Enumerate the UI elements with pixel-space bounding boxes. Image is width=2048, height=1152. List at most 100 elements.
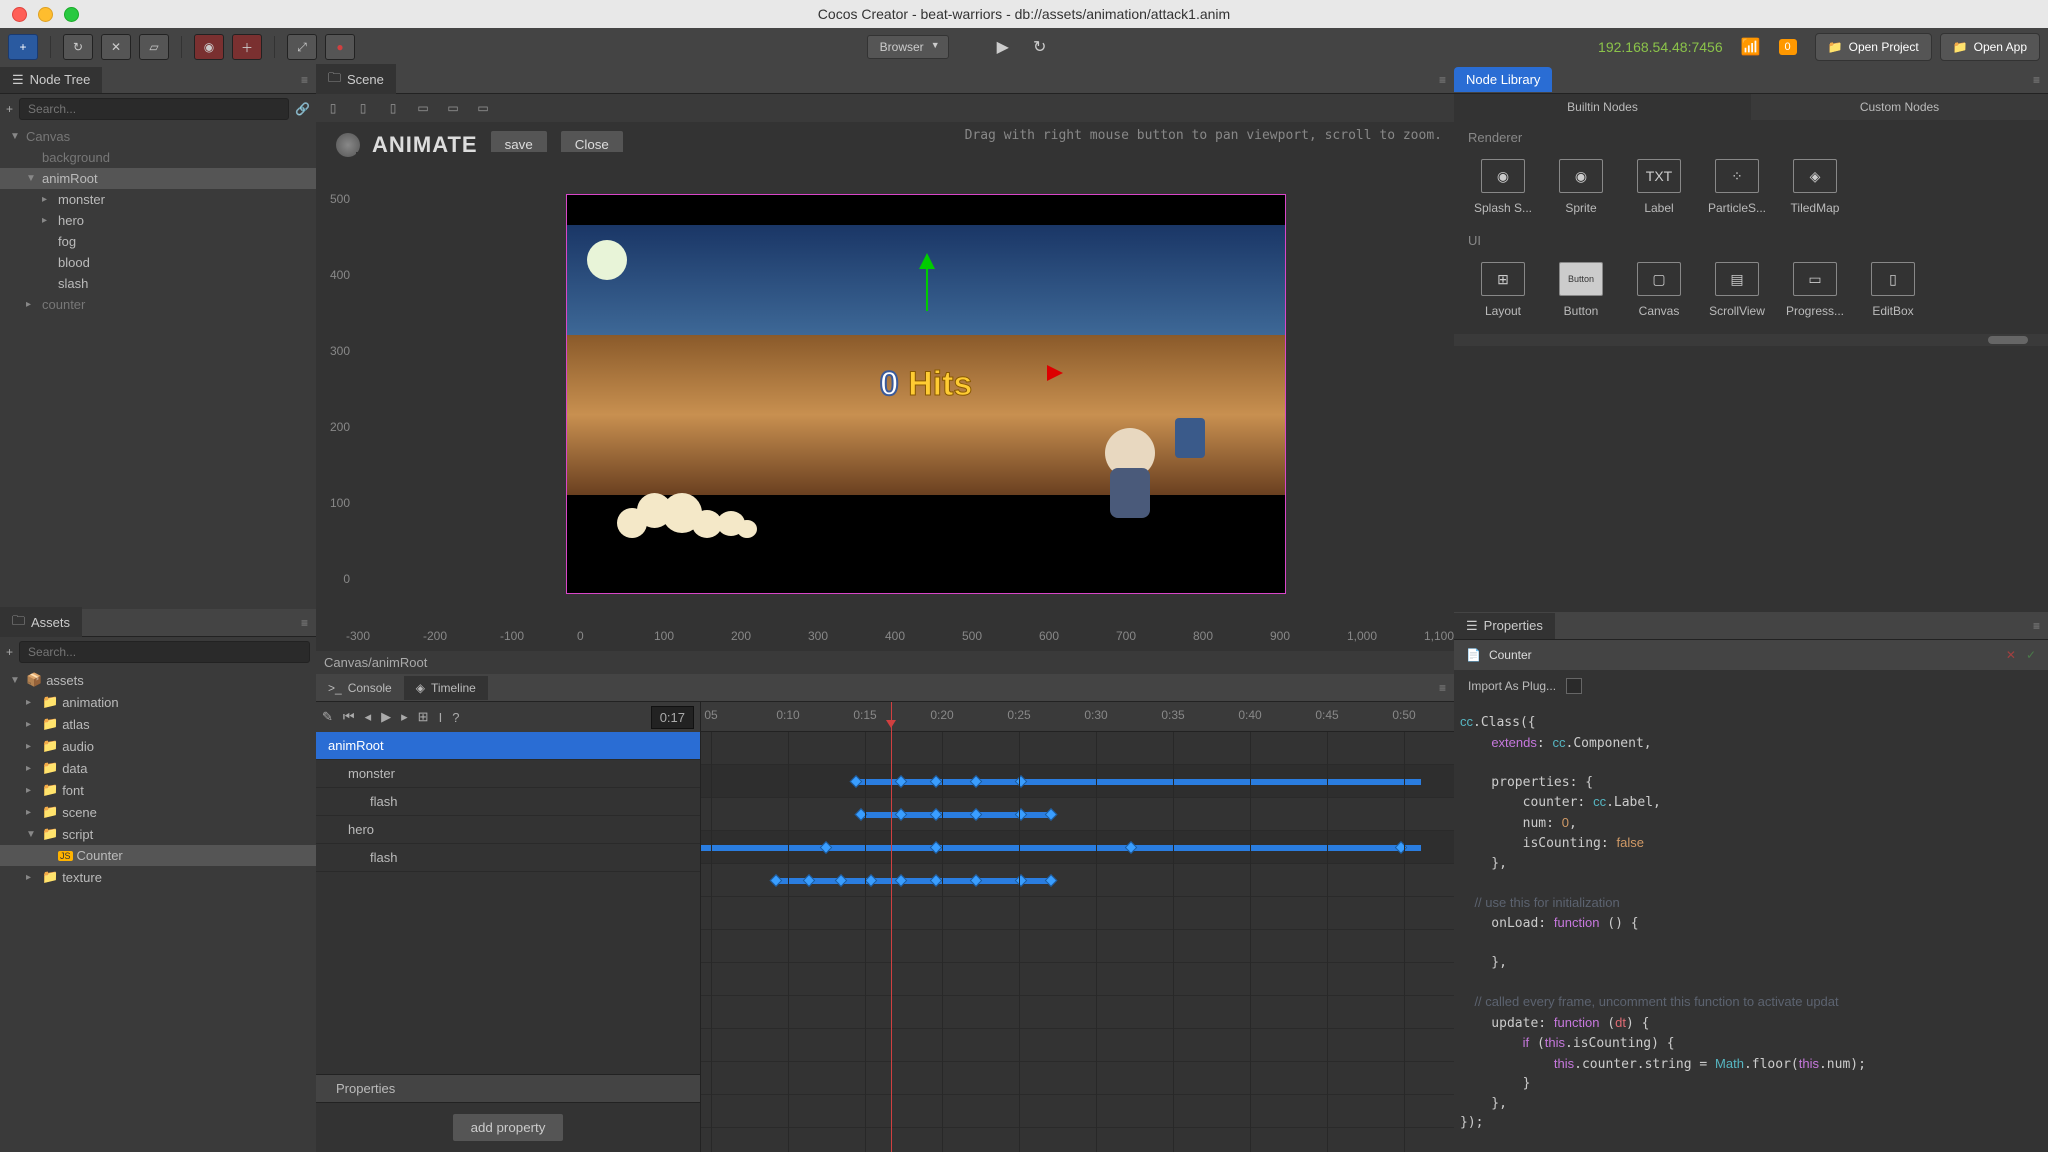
panel-menu-icon[interactable]: ≡ — [2033, 73, 2040, 87]
keyframe[interactable] — [1015, 808, 1028, 821]
align-right-icon[interactable]: ▯ — [382, 97, 404, 119]
keyframe[interactable] — [930, 841, 943, 854]
refresh-icon[interactable]: ↻ — [63, 34, 93, 60]
keyframe[interactable] — [1125, 841, 1138, 854]
tool-scale-icon[interactable]: ⤢ — [287, 34, 317, 60]
crop-icon[interactable]: ✕ — [101, 34, 131, 60]
keyframe[interactable] — [865, 874, 878, 887]
asset-item[interactable]: ▸📁 scene — [0, 801, 316, 823]
timeline-row[interactable]: monster — [316, 760, 700, 788]
event-icon[interactable]: I — [439, 710, 443, 725]
play-icon[interactable]: ▶ — [381, 709, 391, 725]
add-asset-icon[interactable]: + — [6, 645, 13, 659]
tree-item[interactable]: ▼animRoot — [0, 168, 316, 189]
keyframe[interactable] — [770, 874, 783, 887]
delete-icon[interactable]: ✕ — [2006, 648, 2016, 662]
keyframe[interactable] — [850, 775, 863, 788]
keyframe[interactable] — [970, 808, 983, 821]
confirm-icon[interactable]: ✓ — [2026, 648, 2036, 662]
play-icon[interactable]: ▶ — [997, 37, 1009, 57]
timeline-track[interactable] — [701, 732, 1454, 765]
node-tree-search[interactable] — [19, 98, 289, 120]
keyframe[interactable] — [895, 874, 908, 887]
tool-add-icon[interactable]: ＋ — [232, 34, 262, 60]
timeline-tracks-area[interactable]: 050:100:150:200:250:300:350:400:450:50 — [701, 702, 1454, 1152]
timeline-time[interactable]: 0:17 — [651, 706, 694, 729]
panel-menu-icon[interactable]: ≡ — [1439, 73, 1446, 87]
assets-tab[interactable]: 🗀 Assets — [0, 607, 82, 639]
library-item[interactable]: ◉Splash S... — [1464, 151, 1542, 223]
timeline-row[interactable]: flash — [316, 788, 700, 816]
library-item[interactable]: ▯EditBox — [1854, 254, 1932, 326]
timeline-row[interactable]: flash — [316, 844, 700, 872]
keyframe[interactable] — [820, 841, 833, 854]
keyframe[interactable] — [930, 808, 943, 821]
add-button[interactable]: + — [8, 34, 38, 60]
asset-item[interactable]: ▸📁 audio — [0, 735, 316, 757]
timeline-track[interactable] — [701, 831, 1454, 864]
scene-tab[interactable]: 🗀 Scene — [316, 64, 396, 96]
keyframe[interactable] — [895, 775, 908, 788]
tree-item[interactable]: background — [0, 147, 316, 168]
rect-icon[interactable]: ▱ — [139, 34, 169, 60]
assets-search[interactable] — [19, 641, 310, 663]
builtin-nodes-tab[interactable]: Builtin Nodes — [1454, 94, 1751, 120]
asset-item[interactable]: ▸📁 font — [0, 779, 316, 801]
tree-item[interactable]: ▸counter — [0, 294, 316, 315]
keyframe[interactable] — [1015, 874, 1028, 887]
link-icon[interactable]: 🔗 — [295, 102, 310, 116]
panel-menu-icon[interactable]: ≡ — [2033, 619, 2040, 633]
timeline-track[interactable] — [701, 864, 1454, 897]
tree-item[interactable]: ▼Canvas — [0, 126, 316, 147]
keyframe[interactable] — [1045, 874, 1058, 887]
tool-point-icon[interactable]: ◉ — [194, 34, 224, 60]
add-node-icon[interactable]: + — [6, 102, 13, 116]
node-library-tab[interactable]: Node Library — [1454, 67, 1552, 92]
library-item[interactable]: ▤ScrollView — [1698, 254, 1776, 326]
keyframe[interactable] — [1395, 841, 1408, 854]
open-app-button[interactable]: 📁Open App — [1940, 33, 2040, 61]
keyframe[interactable] — [970, 775, 983, 788]
timeline-ruler[interactable]: 050:100:150:200:250:300:350:400:450:50 — [701, 702, 1454, 732]
align-top-icon[interactable]: ▭ — [412, 97, 434, 119]
keyframe[interactable] — [1015, 775, 1028, 788]
tree-item[interactable]: ▸monster — [0, 189, 316, 210]
library-item[interactable]: ◉Sprite — [1542, 151, 1620, 223]
properties-tab[interactable]: ☰ Properties — [1454, 613, 1555, 639]
panel-menu-icon[interactable]: ≡ — [301, 616, 308, 630]
keyframe[interactable] — [835, 874, 848, 887]
tree-item[interactable]: ▸hero — [0, 210, 316, 231]
timeline-row[interactable]: hero — [316, 816, 700, 844]
keyframe[interactable] — [930, 874, 943, 887]
asset-item[interactable]: ▸📁 animation — [0, 691, 316, 713]
keyframe[interactable] — [930, 775, 943, 788]
tree-item[interactable]: blood — [0, 252, 316, 273]
gizmo-x-arrow[interactable] — [1047, 365, 1071, 381]
reload-icon[interactable]: ↻ — [1033, 37, 1046, 57]
align-bottom-icon[interactable]: ▭ — [472, 97, 494, 119]
timeline-track[interactable] — [701, 798, 1454, 831]
panel-menu-icon[interactable]: ≡ — [301, 73, 308, 87]
asset-item[interactable]: JS Counter — [0, 845, 316, 866]
library-item[interactable]: TXTLabel — [1620, 151, 1698, 223]
asset-item[interactable]: ▸📁 texture — [0, 866, 316, 888]
rewind-icon[interactable]: ⏮ — [343, 709, 355, 725]
timeline-row[interactable]: animRoot — [316, 732, 700, 760]
align-vcenter-icon[interactable]: ▭ — [442, 97, 464, 119]
library-item[interactable]: ⊞Layout — [1464, 254, 1542, 326]
next-frame-icon[interactable]: ▸ — [401, 709, 408, 725]
open-project-button[interactable]: 📁Open Project — [1815, 33, 1932, 61]
asset-item[interactable]: ▸📁 atlas — [0, 713, 316, 735]
align-left-icon[interactable]: ▯ — [322, 97, 344, 119]
align-hcenter-icon[interactable]: ▯ — [352, 97, 374, 119]
edit-icon[interactable]: ✎ — [322, 709, 333, 725]
keyframe[interactable] — [803, 874, 816, 887]
tree-item[interactable]: fog — [0, 231, 316, 252]
library-scrollbar[interactable] — [1454, 334, 2048, 346]
scene-viewport[interactable]: ANIMATE save Close Drag with right mouse… — [316, 122, 1454, 651]
keyframe[interactable] — [1045, 808, 1058, 821]
keyframe[interactable] — [895, 808, 908, 821]
timeline-track[interactable] — [701, 765, 1454, 798]
node-tree-tab[interactable]: ☰ Node Tree — [0, 67, 102, 93]
import-plugin-checkbox[interactable] — [1566, 678, 1582, 694]
